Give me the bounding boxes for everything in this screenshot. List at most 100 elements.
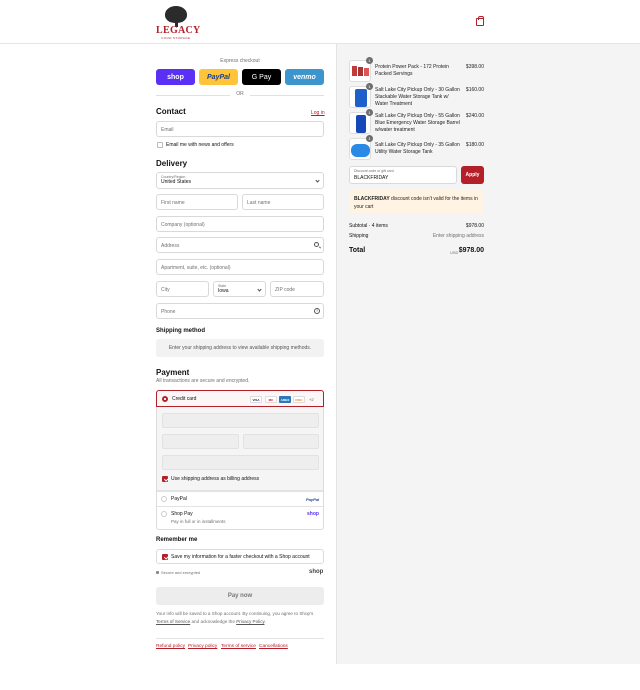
or-text: OR: [236, 91, 244, 97]
or-divider: OR: [156, 91, 324, 99]
refund-policy-link[interactable]: Refund policy: [156, 644, 185, 649]
disclaimer-end: .: [264, 619, 266, 624]
item-price: $160.00: [465, 87, 484, 93]
credit-card-radio[interactable]: [162, 396, 168, 402]
more-cards-label: +2: [309, 397, 314, 402]
quantity-badge: 1: [366, 109, 373, 116]
country-select[interactable]: Country/Region United States: [156, 172, 324, 189]
lock-icon: [156, 571, 159, 574]
discount-field[interactable]: Discount code or gift card BLACKFRIDAY: [349, 166, 457, 184]
payment-subtitle: All transactions are secure and encrypte…: [156, 378, 250, 384]
discover-icon: DISC: [293, 396, 305, 403]
paypal-logo-icon: PayPal: [306, 497, 320, 502]
payment-heading: Payment: [156, 368, 190, 377]
shop-logo-icon: shop: [309, 569, 324, 575]
quantity-badge: 1: [366, 135, 373, 142]
paypal-label: PayPal: [171, 496, 187, 502]
log-in-link[interactable]: Log in: [311, 110, 325, 116]
shop-pay-option[interactable]: Shop Pay Pay in full or in installments …: [157, 506, 323, 530]
news-label: Email me with news and offers: [166, 142, 234, 148]
first-name-field[interactable]: First name: [156, 194, 238, 210]
discount-label: Discount code or gift card: [354, 169, 394, 173]
apply-discount-button[interactable]: Apply: [461, 166, 484, 184]
secure-text: Secure and encrypted: [161, 570, 201, 575]
paypal-radio[interactable]: [161, 496, 167, 502]
state-select[interactable]: State Iowa: [213, 281, 266, 297]
shop-logo-icon: shop: [307, 511, 319, 517]
venmo-button[interactable]: venmo: [285, 69, 324, 85]
help-icon[interactable]: ?: [314, 308, 320, 314]
brand-name: LEGACY: [156, 25, 201, 36]
zip-field[interactable]: ZIP code: [270, 281, 324, 297]
page-bottom: [0, 664, 640, 690]
terms-of-service-link[interactable]: Terms of service: [221, 644, 256, 649]
disclaimer: Your info will be saved to a Shop accoun…: [156, 610, 324, 626]
item-price: $240.00: [465, 113, 484, 119]
billing-same-checkbox[interactable]: [162, 476, 168, 482]
card-number-field[interactable]: [162, 413, 319, 428]
express-checkout-label: Express checkout: [220, 58, 260, 64]
paypal-option[interactable]: PayPal PayPal: [157, 491, 323, 506]
total-label: Total: [349, 247, 366, 254]
shipping-value: Enter shipping address: [432, 233, 484, 239]
save-info-checkbox[interactable]: [162, 554, 168, 560]
subtotal-value: $978.00: [465, 223, 484, 229]
shipping-label: Shipping: [349, 233, 369, 239]
remember-me-heading: Remember me: [156, 537, 198, 543]
email-field[interactable]: Email: [156, 121, 324, 137]
security-code-field[interactable]: [243, 434, 319, 449]
credit-card-label: Credit card: [172, 396, 197, 402]
last-name-field[interactable]: Last name: [242, 194, 324, 210]
cancellations-link[interactable]: Cancellations: [259, 644, 288, 649]
phone-placeholder: Phone: [161, 309, 176, 315]
warning-code: BLACKFRIDAY: [354, 196, 390, 202]
delivery-heading: Delivery: [156, 159, 188, 168]
legacy-logo[interactable]: LEGACY FOOD STORAGE: [156, 6, 201, 40]
item-name: Salt Lake City Pickup Only - 55 Gallon B…: [375, 113, 460, 133]
city-field[interactable]: City: [156, 281, 209, 297]
contact-heading: Contact: [156, 107, 186, 116]
company-field[interactable]: Company (optional): [156, 216, 324, 232]
mastercard-icon: MC: [265, 396, 277, 403]
billing-same-label: Use shipping address as billing address: [171, 476, 260, 482]
discount-value: BLACKFRIDAY: [354, 175, 389, 181]
paypal-button[interactable]: PayPal: [199, 69, 238, 85]
shopping-bag-icon[interactable]: [476, 16, 484, 26]
order-summary: [336, 44, 640, 664]
name-on-card-field[interactable]: [162, 455, 319, 470]
brand-tagline: FOOD STORAGE: [161, 36, 191, 40]
google-pay-button[interactable]: G Pay: [242, 69, 281, 85]
pay-now-button[interactable]: Pay now: [156, 587, 324, 605]
subtotal-label: Subtotal · 4 items: [349, 223, 388, 229]
shop-pay-label: Shop Pay: [171, 511, 193, 517]
quantity-badge: 1: [366, 57, 373, 64]
shop-pay-sub: Pay in full or in installments: [171, 519, 226, 524]
shipping-method-heading: Shipping method: [156, 328, 205, 334]
header: LEGACY FOOD STORAGE: [0, 0, 640, 44]
phone-field[interactable]: Phone ?: [156, 303, 324, 319]
address-placeholder: Address: [161, 243, 180, 249]
shop-pay-button[interactable]: shop: [156, 69, 195, 85]
privacy-link[interactable]: Privacy Policy: [236, 619, 264, 624]
terms-link[interactable]: Terms of Service: [156, 619, 190, 624]
disclaimer-text: Your info will be saved to a Shop accoun…: [156, 611, 314, 616]
amex-icon: AMEX: [279, 396, 291, 403]
expiration-field[interactable]: [162, 434, 239, 449]
credit-card-option[interactable]: Credit card VISA MC AMEX DISC +2: [156, 390, 324, 407]
visa-icon: VISA: [250, 396, 262, 403]
news-checkbox[interactable]: [157, 142, 163, 148]
item-price: $398.00: [465, 64, 484, 70]
apartment-field[interactable]: Apartment, suite, etc. (optional): [156, 259, 324, 275]
privacy-policy-link[interactable]: Privacy policy: [188, 644, 217, 649]
quantity-badge: 1: [366, 83, 373, 90]
shop-pay-radio[interactable]: [161, 511, 167, 517]
card-details-panel: Use shipping address as billing address: [157, 407, 323, 491]
country-value: United States: [161, 179, 192, 185]
shipping-method-message: Enter your shipping address to view avai…: [156, 339, 324, 357]
footer-divider: [156, 638, 324, 639]
discount-warning: BLACKFRIDAY discount code isn't valid fo…: [349, 190, 484, 213]
address-field[interactable]: Address: [156, 237, 324, 253]
disclaimer-text-2: and acknowledge the: [191, 619, 235, 624]
remember-me-box: Save my information for a faster checkou…: [156, 549, 324, 564]
item-name: Protein Power Pack - 172 Protein Packed …: [375, 64, 449, 77]
